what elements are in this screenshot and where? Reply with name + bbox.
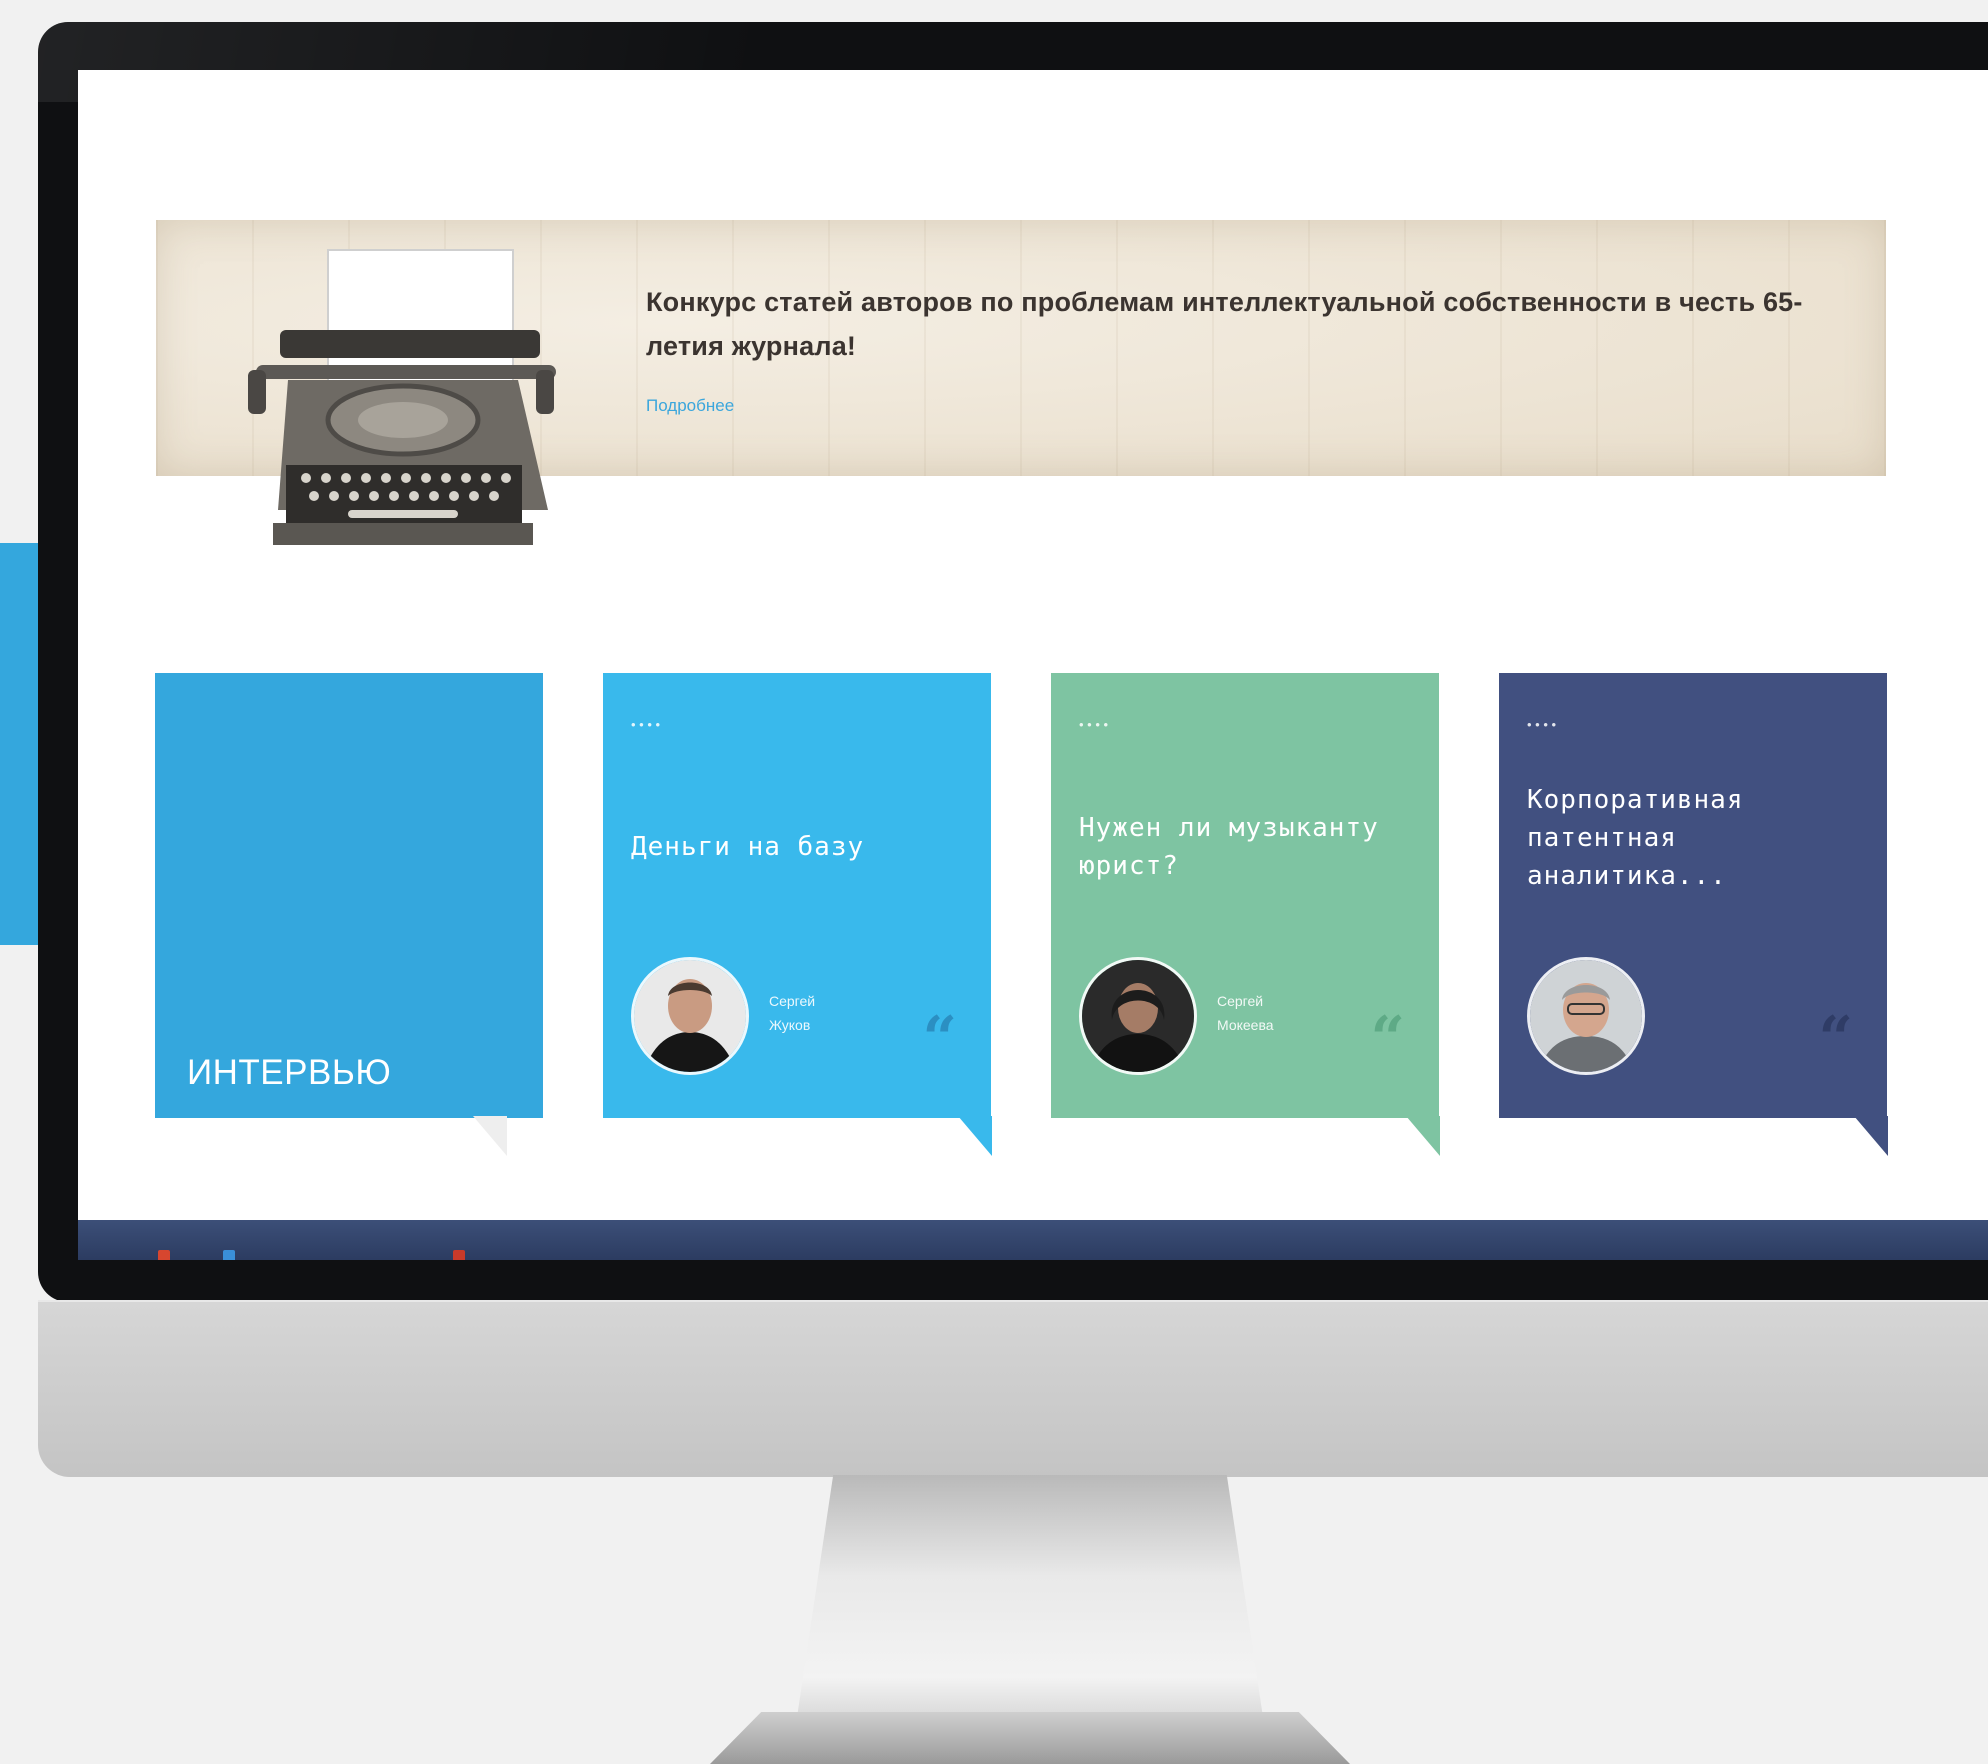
author-name: Сергей Жуков [769,989,815,1037]
card-meta: • • • • [631,717,661,732]
card-meta: • • • • [1079,717,1109,732]
card-pointer [958,1116,992,1156]
banner-more-link[interactable]: Подробнее [646,396,734,416]
quote-icon: “ [1370,1004,1405,1074]
monitor-chin [38,1300,1988,1477]
author-last-name: Жуков [769,1017,811,1033]
author-first-name: Сергей [1217,993,1264,1009]
interview-tile-pointer [473,1116,507,1156]
monitor-stand-base [710,1712,1350,1764]
banner-title: Конкурс статей авторов по проблемам инте… [646,287,1803,361]
quote-icon: “ [922,1004,957,1074]
card-pointer [1406,1116,1440,1156]
interview-card[interactable]: • • • • Корпоративная патентная аналитик… [1499,673,1887,1118]
quote-icon: “ [1818,1004,1853,1074]
taskbar-icon[interactable] [158,1250,170,1260]
interview-section-tile[interactable]: ИНТЕРВЬЮ [155,673,543,1118]
side-accent-bar [0,543,38,945]
card-title: Корпоративная патентная аналитика... [1527,785,1744,891]
card-pointer [1854,1116,1888,1156]
author-last-name: Мокеева [1217,1017,1274,1033]
card-title: Нужен ли музыканту юрист? [1079,813,1379,881]
interview-label: ИНТЕРВЬЮ [187,1053,392,1092]
typewriter-illustration [248,249,556,545]
card-title: Деньги на базу [631,832,865,862]
interview-card[interactable]: • • • • Деньги на базу Сергей Жуков “ [603,673,991,1118]
monitor-screen: Конкурс статей авторов по проблемам инте… [78,70,1988,1260]
taskbar-icon[interactable] [453,1250,465,1260]
card-meta: • • • • [1527,717,1557,732]
interview-card[interactable]: • • • • Нужен ли музыканту юрист? Сергей… [1051,673,1439,1118]
author-name: Сергей Мокеева [1217,989,1274,1037]
taskbar [78,1220,1988,1260]
author-first-name: Сергей [769,993,816,1009]
taskbar-icon[interactable] [223,1250,235,1260]
author-avatar [631,957,749,1075]
author-avatar [1079,957,1197,1075]
author-avatar [1527,957,1645,1075]
